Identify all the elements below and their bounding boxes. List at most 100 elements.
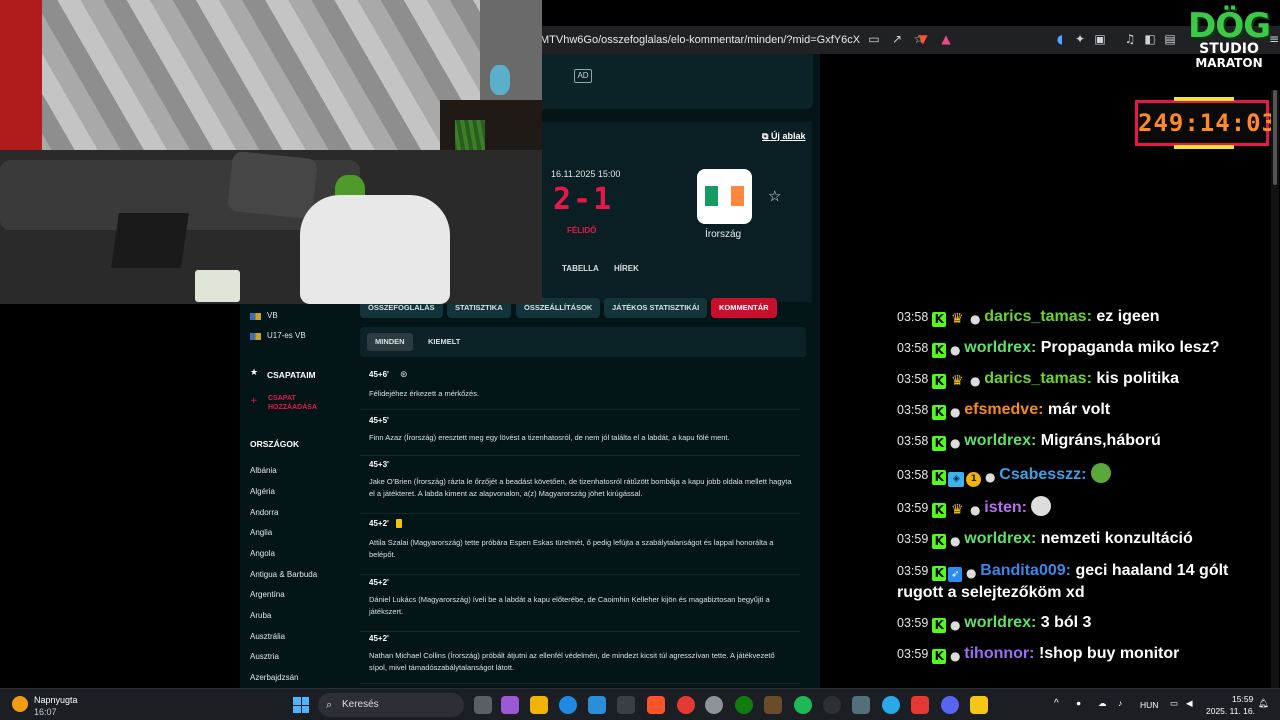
hat-badge-icon: ● (966, 566, 977, 580)
network-icon[interactable]: ▭ (1170, 698, 1178, 709)
tray-chevron-icon[interactable]: ^ (1054, 698, 1059, 709)
tab-tabella[interactable]: TABELLA (562, 264, 599, 273)
kick-badge-icon: K (932, 343, 947, 358)
country-item[interactable]: Angola (250, 549, 275, 558)
tray-app-icon[interactable]: ● (1076, 698, 1081, 708)
brave-rewards-icon[interactable]: ▲ (938, 31, 954, 47)
away-team-logo[interactable] (697, 169, 752, 224)
brave-icon[interactable] (647, 696, 665, 714)
chat-username[interactable]: worldrex (964, 614, 1031, 631)
add-team-link[interactable]: CSAPAT HOZZÁADÁSA (268, 394, 338, 412)
browser-toolbar: MTVhw6Go/osszefoglalas/elo-kommentar/min… (540, 26, 1280, 54)
chat-username[interactable]: tihonnor (964, 645, 1029, 662)
taskbar-search[interactable]: ⌕ Keresés (318, 693, 464, 717)
microphone-icon[interactable]: ♪ (1118, 698, 1122, 708)
commentary-item: 45+3' Jake O'Brien (Írország) rázta le ő… (360, 460, 800, 514)
chat-separator: : (1038, 401, 1048, 418)
chat-username[interactable]: Csabesszz (999, 466, 1081, 483)
country-item[interactable]: Argentína (250, 590, 285, 599)
chat-separator: : (1030, 530, 1041, 547)
edge-icon[interactable] (559, 696, 577, 714)
chat-username[interactable]: worldrex (964, 432, 1031, 449)
new-window-link[interactable]: ⧉ Új ablak (762, 131, 805, 142)
onedrive-icon[interactable]: ☁ (1098, 698, 1107, 709)
audio-icon[interactable]: ◖ (1052, 31, 1068, 47)
country-item[interactable]: Azerbajdzsán (250, 673, 298, 682)
clock-date[interactable]: 2025. 11. 16. (1206, 706, 1255, 716)
language-indicator[interactable]: HUN (1140, 700, 1158, 710)
chat-username[interactable]: isten (984, 499, 1021, 516)
hat-badge-icon: ● (950, 436, 961, 450)
crown-badge-icon: ♛ (951, 502, 964, 518)
chat-username[interactable]: darics_tamas (984, 370, 1086, 387)
country-item[interactable]: Ausztria (250, 652, 279, 661)
country-item[interactable]: Ausztrália (250, 632, 285, 641)
menu-item-u17-vb[interactable]: U17-es VB (267, 331, 306, 340)
country-item[interactable]: Albánia (250, 466, 277, 475)
store-icon[interactable] (588, 696, 606, 714)
clock-time[interactable]: 15:59 (1232, 694, 1253, 704)
menu-item-vb[interactable]: VB (267, 311, 278, 320)
spotify-icon[interactable] (794, 696, 812, 714)
media-icon[interactable]: ♫ (1122, 31, 1138, 47)
filter-minden[interactable]: MINDEN (367, 333, 413, 351)
chat-timestamp: 03:58 (897, 468, 929, 482)
app-brown-icon[interactable] (764, 696, 782, 714)
chat-username[interactable]: worldrex (964, 339, 1031, 356)
filter-kiemelt[interactable]: KIEMELT (420, 333, 468, 351)
chat-timestamp: 03:58 (897, 341, 929, 355)
notification-icon[interactable]: 🔔︎ (1258, 698, 1269, 709)
scrollbar-thumb[interactable] (1273, 90, 1277, 185)
discord-icon[interactable] (941, 696, 959, 714)
country-item[interactable]: Anglia (250, 528, 272, 537)
favorite-star-icon[interactable]: ☆ (768, 187, 781, 205)
app-red-icon[interactable] (677, 696, 695, 714)
volume-icon[interactable]: ◀ (1186, 698, 1193, 709)
split-view-icon[interactable]: ◧ (1142, 31, 1158, 47)
obs-icon[interactable] (823, 696, 841, 714)
commentary-item: 45+5' Finn Azaz (Írország) eresztett meg… (360, 416, 800, 456)
tab-hirek[interactable]: HÍREK (614, 264, 639, 273)
kick-badge-icon: K (932, 470, 947, 485)
wallet-icon[interactable]: ▤ (1162, 31, 1178, 47)
settings-icon[interactable] (705, 696, 723, 714)
copilot-icon[interactable] (501, 696, 519, 714)
country-item[interactable]: Algéria (250, 487, 275, 496)
calculator-icon[interactable] (852, 696, 870, 714)
timer-accent-top (1174, 97, 1234, 101)
xbox-icon[interactable] (735, 696, 753, 714)
hat-badge-icon: ● (950, 343, 961, 357)
country-item[interactable]: Aruba (250, 611, 271, 620)
share-icon[interactable]: ↗ (889, 31, 905, 47)
logo-dog-text: DÖG (1188, 6, 1271, 46)
telegram-icon[interactable] (882, 696, 900, 714)
tab-kommentar[interactable]: KOMMENTÁR (711, 298, 777, 318)
app-red-2-icon[interactable] (911, 696, 929, 714)
kick-badge-icon: K (932, 566, 947, 581)
chat-username[interactable]: darics_tamas (984, 308, 1086, 325)
screen: AD ⧉ Új ablak 16.11.2025 15:00 2-1 FÉLID… (0, 0, 1280, 720)
commentary-item: 45+6' ⊛ Félidejéhez érkezett a mérkőzés. (360, 370, 800, 410)
chat-message: 03:59 K ● tihonnor: !shop buy monitor (897, 643, 1267, 665)
chat-message: 03:59 K ➶ ● Bandita009: geci haaland 14 gólt… (897, 560, 1267, 604)
away-team-name[interactable]: Írország (705, 229, 741, 240)
hat-badge-icon: ● (985, 470, 996, 484)
chat-username[interactable]: efsmedve (964, 401, 1038, 418)
windows-start-icon[interactable] (293, 697, 309, 713)
rockstar-icon[interactable] (970, 696, 988, 714)
task-view-icon[interactable] (474, 696, 492, 714)
tab-jatekos-statisztikai[interactable]: JÁTÉKOS STATISZTIKÁI (604, 298, 708, 318)
brave-shield-icon[interactable]: ▼ (915, 31, 931, 47)
country-item[interactable]: Antigua & Barbuda (250, 570, 317, 579)
address-bar[interactable]: MTVhw6Go/osszefoglalas/elo-kommentar/min… (540, 28, 860, 52)
file-explorer-icon[interactable] (530, 696, 548, 714)
sidebar-icon[interactable]: ▣ (1092, 31, 1108, 47)
chat-username[interactable]: worldrex (964, 530, 1031, 547)
chat-username[interactable]: Bandita009 (980, 562, 1065, 579)
chat-text: Migráns,háború (1040, 432, 1161, 449)
terminal-icon[interactable] (617, 696, 635, 714)
page-scrollbar[interactable] (1271, 90, 1279, 690)
country-item[interactable]: Andorra (250, 508, 278, 517)
extensions-icon[interactable]: ✦ (1072, 31, 1088, 47)
cast-icon[interactable]: ▭ (866, 31, 882, 47)
